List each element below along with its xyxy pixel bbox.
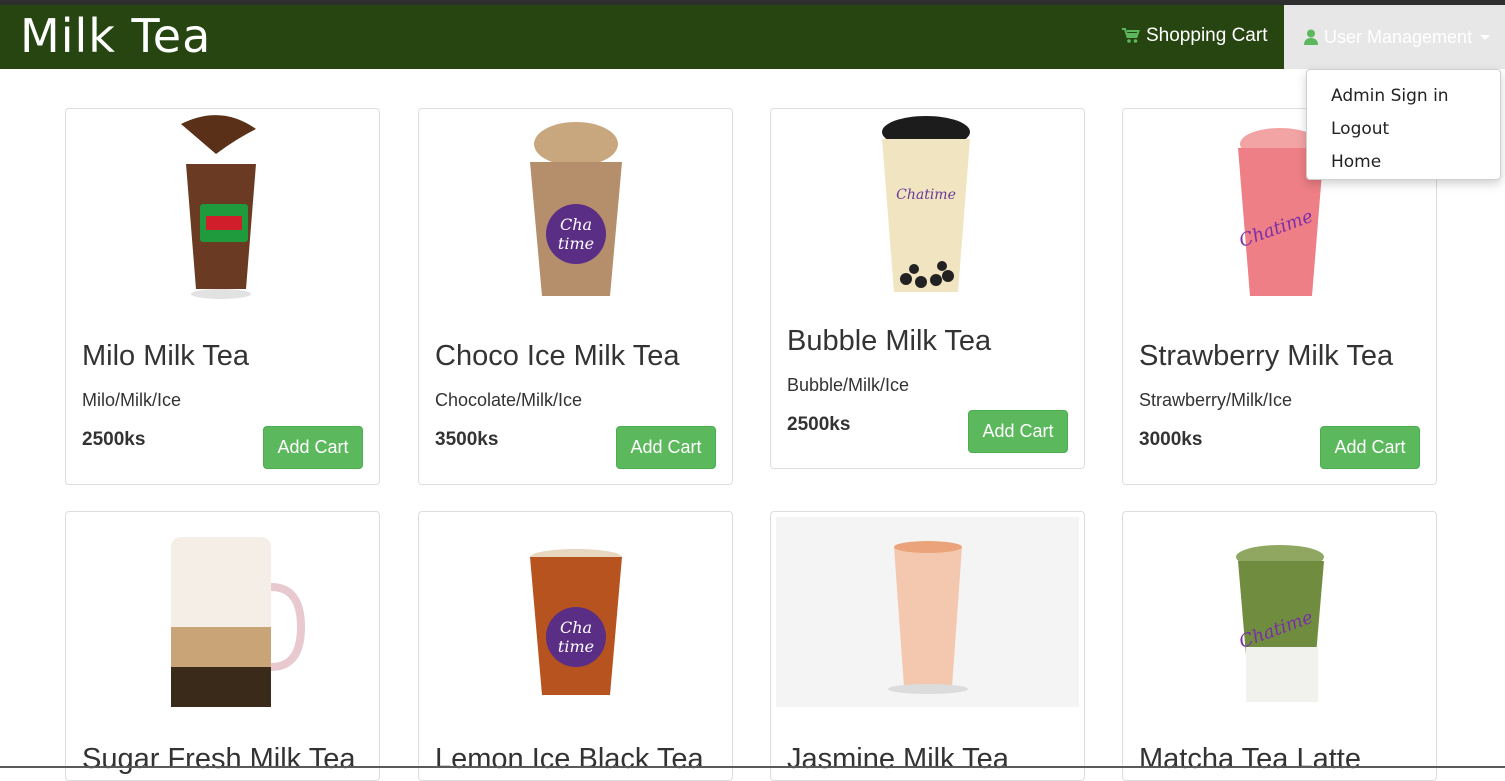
shopping-cart-icon: [1122, 28, 1140, 43]
product-name: Strawberry Milk Tea: [1139, 340, 1394, 372]
product-name: Milo Milk Tea: [82, 340, 250, 372]
choco-ice-drink-image: Cha time: [530, 122, 622, 296]
milo-drink-image: [181, 115, 256, 299]
product-name: Lemon Ice Black Tea: [435, 743, 704, 775]
jasmine-milk-tea-image: [776, 517, 1079, 707]
add-cart-button[interactable]: Add Cart: [968, 410, 1068, 453]
product-ingredients: Milo/Milk/Ice: [82, 390, 182, 410]
svg-text:time: time: [558, 637, 594, 656]
menu-item-logout[interactable]: Logout: [1307, 113, 1500, 146]
product-ingredients: Chocolate/Milk/Ice: [435, 390, 583, 410]
product-ingredients: Strawberry/Milk/Ice: [1139, 390, 1293, 410]
add-cart-button[interactable]: Add Cart: [263, 426, 363, 469]
user-management-label: User Management: [1324, 26, 1473, 47]
lemon-ice-black-tea-image: Cha time: [530, 549, 622, 695]
menu-item-home[interactable]: Home: [1307, 146, 1500, 179]
product-price: 2500ks: [787, 414, 851, 435]
product-ingredients: Bubble/Milk/Ice: [787, 375, 910, 395]
product-card: Cha time Choco Ice Milk Tea Chocolate/Mi…: [418, 108, 733, 485]
product-name: Choco Ice Milk Tea: [435, 340, 680, 372]
matcha-latte-image: Chatime: [1236, 545, 1324, 702]
add-cart-button[interactable]: Add Cart: [616, 426, 716, 469]
svg-text:Cha: Cha: [560, 618, 592, 637]
product-card: Milo Milk Tea Milo/Milk/Ice 2500ks Add C…: [65, 108, 380, 485]
bubble-tea-image: Chatime: [882, 116, 970, 292]
product-price: 2500ks: [82, 429, 146, 450]
product-name: Jasmine Milk Tea: [787, 743, 1009, 775]
svg-text:Cha: Cha: [560, 215, 592, 234]
product-card: Chatime Matcha Tea Latte: [1122, 511, 1437, 781]
user-management-menu[interactable]: User Management: [1284, 5, 1505, 69]
brand-logo[interactable]: Milk Tea: [20, 9, 211, 63]
caret-down-icon: [1480, 34, 1491, 40]
sugar-fresh-milk-tea-image: [171, 537, 306, 707]
user-dropdown-menu: Admin Sign in Logout Home: [1306, 69, 1501, 180]
product-card: Cha time Lemon Ice Black Tea: [418, 511, 733, 781]
navbar: Milk Tea Shopping Cart User Management: [0, 5, 1505, 69]
product-name: Matcha Tea Latte: [1139, 743, 1361, 775]
product-card: Chatime Bubble Milk Tea Bubble/Milk/Ice …: [770, 108, 1085, 469]
svg-text:time: time: [558, 234, 594, 253]
product-name: Bubble Milk Tea: [787, 325, 992, 357]
product-card: Jasmine Milk Tea: [770, 511, 1085, 781]
user-icon: [1304, 29, 1318, 45]
product-name: Sugar Fresh Milk Tea: [82, 743, 356, 775]
add-cart-button[interactable]: Add Cart: [1320, 426, 1420, 469]
product-price: 3500ks: [435, 429, 499, 450]
shopping-cart-link[interactable]: Shopping Cart: [1122, 25, 1267, 47]
menu-item-admin-sign-in[interactable]: Admin Sign in: [1307, 80, 1500, 113]
shopping-cart-label: Shopping Cart: [1146, 25, 1268, 46]
product-price: 3000ks: [1139, 429, 1203, 450]
svg-text:Chatime: Chatime: [896, 187, 956, 203]
product-card: Sugar Fresh Milk Tea: [65, 511, 380, 781]
